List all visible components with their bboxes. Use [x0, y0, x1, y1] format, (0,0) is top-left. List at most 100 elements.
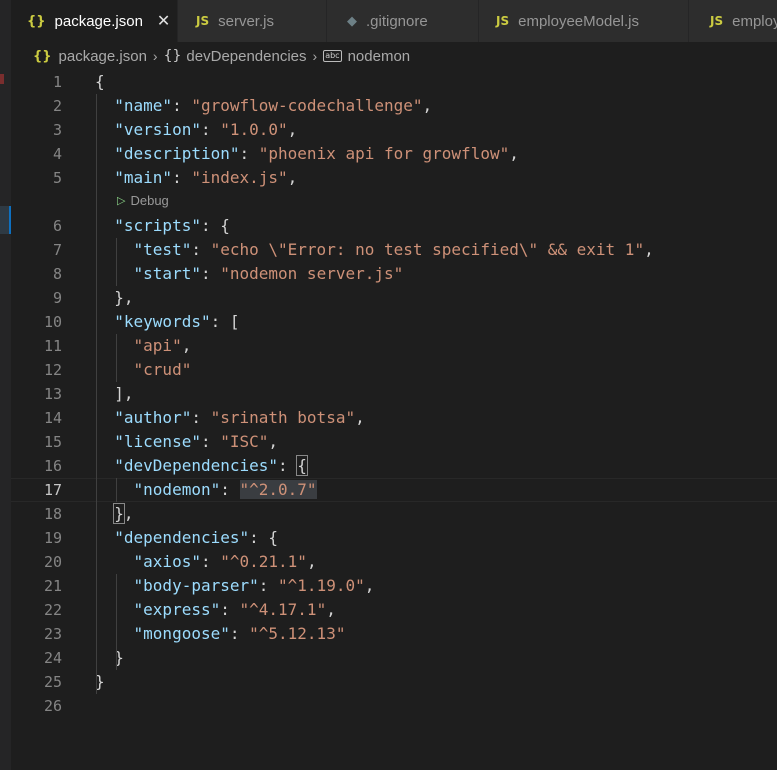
code-line[interactable]: 26 [11, 694, 777, 718]
json-string: "^0.21.1" [220, 552, 307, 571]
line-number: 6 [52, 217, 62, 235]
code-line[interactable]: 3 "version": "1.0.0", [11, 118, 777, 142]
tab-gitignore[interactable]: ◆ .gitignore [327, 0, 479, 42]
code-line[interactable]: 6 "scripts": { [11, 214, 777, 238]
code-line[interactable]: 10 "keywords": [ [11, 310, 777, 334]
json-punctuation: : [258, 576, 279, 595]
line-number: 19 [43, 529, 62, 547]
line-number: 21 [43, 577, 62, 595]
code-line[interactable]: 1{ [11, 70, 777, 94]
close-icon[interactable]: ✕ [157, 11, 170, 31]
json-punctuation: : [200, 120, 221, 139]
line-number: 20 [43, 553, 62, 571]
code-text: "axios": "^0.21.1", [95, 552, 317, 571]
code-line[interactable]: 22 "express": "^4.17.1", [11, 598, 777, 622]
json-punctuation [95, 144, 114, 163]
json-punctuation: } [95, 648, 124, 667]
code-line[interactable]: 21 "body-parser": "^1.19.0", [11, 574, 777, 598]
code-line[interactable]: 23 "mongoose": "^5.12.13" [11, 622, 777, 646]
code-line[interactable]: 13 ], [11, 382, 777, 406]
code-line[interactable]: 15 "license": "ISC", [11, 430, 777, 454]
json-key: "test" [133, 240, 192, 259]
json-punctuation: : { [249, 528, 279, 547]
json-string: "^5.12.13" [249, 624, 346, 643]
code-line[interactable]: 7 "test": "echo \"Error: no test specifi… [11, 238, 777, 262]
json-key: "license" [114, 432, 201, 451]
code-text: "devDependencies": { [95, 455, 308, 476]
code-line[interactable]: 19 "dependencies": { [11, 526, 777, 550]
code-text: "main": "index.js", [95, 168, 297, 187]
code-line[interactable]: 24 } [11, 646, 777, 670]
json-key: "description" [114, 144, 240, 163]
debug-codelens[interactable]: ▷ Debug [117, 190, 169, 210]
line-number: 9 [52, 289, 62, 307]
breadcrumb-file[interactable]: package.json [59, 48, 147, 65]
line-number: 16 [43, 457, 62, 475]
tab-server-js[interactable]: JS server.js [178, 0, 327, 42]
js-file-icon: JS [710, 14, 724, 28]
json-string: "growflow-codechallenge" [191, 96, 423, 115]
json-punctuation: : [200, 264, 221, 283]
line-number: 7 [52, 241, 62, 259]
error-marker [0, 74, 4, 84]
line-number: 12 [43, 361, 62, 379]
line-number: 22 [43, 601, 62, 619]
json-punctuation: : [ [210, 312, 240, 331]
json-punctuation: { [95, 72, 105, 91]
code-text: "license": "ISC", [95, 432, 278, 451]
json-punctuation [95, 264, 134, 283]
code-line[interactable]: 16 "devDependencies": { [11, 454, 777, 478]
code-line[interactable]: 5 "main": "index.js", [11, 166, 777, 190]
json-punctuation [95, 504, 114, 523]
json-punctuation: : [191, 408, 211, 427]
json-string: "crud" [133, 360, 192, 379]
code-text: "crud" [95, 360, 192, 379]
json-key: "author" [114, 408, 192, 427]
code-text: "body-parser": "^1.19.0", [95, 576, 375, 595]
code-text: "express": "^4.17.1", [95, 600, 336, 619]
breadcrumb-field[interactable]: nodemon [348, 48, 411, 65]
code-line[interactable]: 2 "name": "growflow-codechallenge", [11, 94, 777, 118]
tab-label: .gitignore [366, 12, 428, 30]
breadcrumb-section[interactable]: devDependencies [186, 48, 306, 65]
json-punctuation [95, 168, 114, 187]
json-punctuation [95, 336, 134, 355]
json-punctuation: : [220, 600, 240, 619]
indent-guide [96, 94, 97, 694]
line-number: 10 [43, 313, 62, 331]
tab-package-json[interactable]: {} package.json ✕ [11, 0, 178, 42]
line-number: 1 [52, 73, 62, 91]
json-key: "nodemon" [133, 480, 221, 499]
tab-employ[interactable]: JS employ [689, 0, 777, 42]
json-punctuation: : [191, 240, 211, 259]
tab-label: employeeModel.js [518, 12, 640, 30]
json-punctuation [95, 600, 134, 619]
code-line[interactable]: 8 "start": "nodemon server.js" [11, 262, 777, 286]
tab-label: server.js [218, 12, 274, 30]
line-number: 15 [43, 433, 62, 451]
code-line[interactable]: 20 "axios": "^0.21.1", [11, 550, 777, 574]
code-line[interactable]: 11 "api", [11, 334, 777, 358]
code-line[interactable]: 4 "description": "phoenix api for growfl… [11, 142, 777, 166]
json-punctuation: , [287, 120, 298, 139]
json-key: "main" [114, 168, 173, 187]
json-punctuation: ], [95, 384, 134, 403]
json-key: "name" [114, 96, 173, 115]
json-punctuation [95, 408, 114, 427]
code-line[interactable]: 14 "author": "srinath botsa", [11, 406, 777, 430]
code-line[interactable]: 17 "nodemon": "^2.0.7" [11, 478, 777, 502]
line-number: 3 [52, 121, 62, 139]
object-icon: {} [163, 48, 182, 64]
tab-employee-model-js[interactable]: JS employeeModel.js [479, 0, 689, 42]
code-line[interactable]: 9 }, [11, 286, 777, 310]
code-line[interactable]: 12 "crud" [11, 358, 777, 382]
git-file-icon: ◆ [347, 13, 357, 29]
json-punctuation: , [123, 504, 134, 523]
json-punctuation: : [220, 480, 240, 499]
code-line[interactable]: 18 }, [11, 502, 777, 526]
code-editor[interactable]: ▷ Debug 1{2 "name": "growflow-codechalle… [11, 70, 777, 770]
json-punctuation: , [268, 432, 279, 451]
indent-guide [116, 478, 117, 502]
code-line[interactable]: 25} [11, 670, 777, 694]
json-punctuation [95, 624, 134, 643]
